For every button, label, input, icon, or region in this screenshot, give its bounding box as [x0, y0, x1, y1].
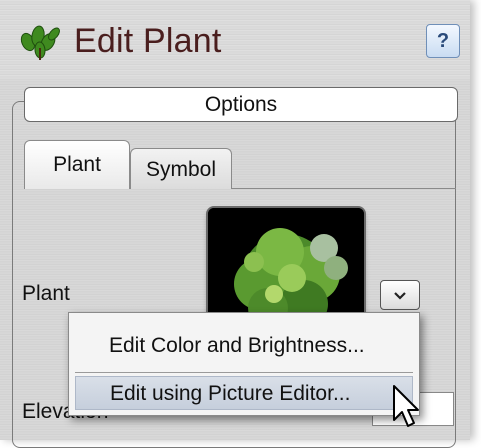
menu-item-edit-picture-editor[interactable]: Edit using Picture Editor... [75, 376, 413, 410]
plant-dropdown-button[interactable] [380, 280, 420, 310]
title-bar: Edit Plant ? [0, 0, 470, 80]
mouse-cursor-icon [393, 385, 419, 427]
options-header[interactable]: Options [24, 87, 458, 122]
context-menu: Edit Color and Brightness... Edit using … [68, 312, 420, 416]
tab-symbol[interactable]: Symbol [130, 148, 232, 189]
window-title: Edit Plant [74, 22, 222, 60]
tab-plant[interactable]: Plant [24, 140, 130, 189]
chevron-down-icon [394, 292, 406, 300]
menu-item-edit-color-brightness[interactable]: Edit Color and Brightness... [75, 329, 413, 363]
plant-leaves-icon [20, 25, 60, 60]
plant-field-label: Plant [22, 282, 70, 305]
help-button[interactable]: ? [426, 24, 460, 58]
menu-separator [75, 372, 413, 373]
